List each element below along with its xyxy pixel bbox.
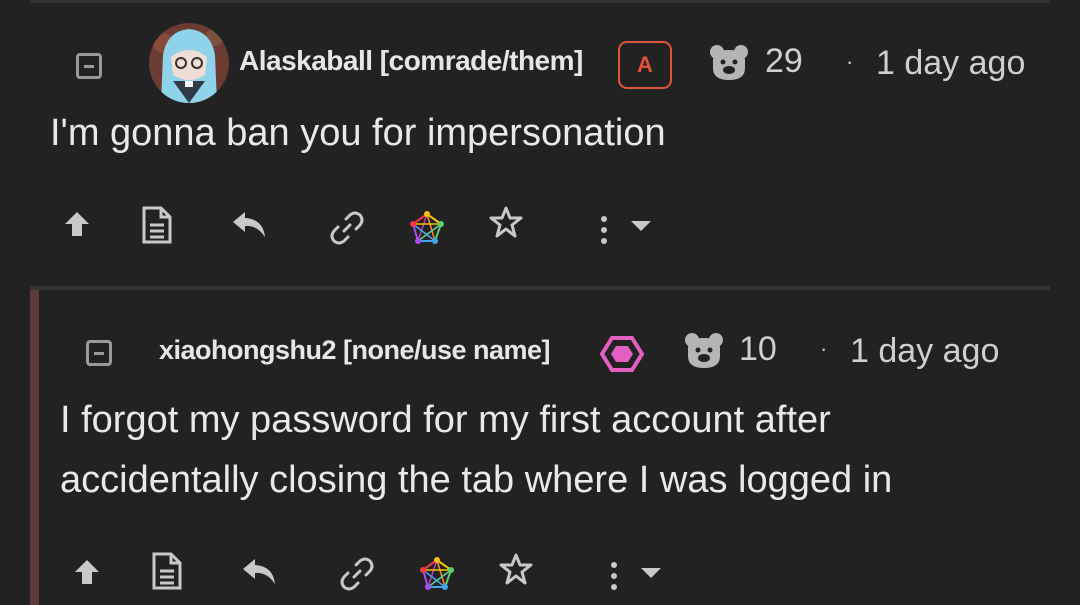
comment-body-line: I forgot my password for my first accoun… [60, 399, 831, 441]
username[interactable]: xiaohongshu2 [none/use name] [159, 335, 551, 366]
avatar[interactable] [149, 23, 229, 103]
star-icon[interactable] [498, 552, 534, 586]
timestamp: 1 day ago [876, 44, 1026, 82]
more-vertical-icon[interactable] [607, 560, 621, 592]
reply-icon[interactable] [241, 556, 277, 586]
reply-icon[interactable] [231, 209, 267, 239]
username[interactable]: Alaskaball [comrade/them] [239, 45, 583, 77]
comment-thread: Alaskaball [comrade/them] A 29 · 1 day a… [0, 0, 1080, 605]
document-icon[interactable] [150, 551, 184, 591]
fediverse-icon[interactable] [420, 557, 454, 591]
separator: · [820, 336, 828, 361]
hexagon-icon [600, 336, 644, 372]
arrow-up-icon[interactable] [62, 208, 92, 240]
admin-badge: A [618, 41, 672, 89]
separator: · [846, 49, 854, 74]
bear-icon [685, 333, 723, 368]
collapse-icon[interactable] [86, 340, 112, 366]
comment: Alaskaball [comrade/them] A 29 · 1 day a… [0, 0, 1080, 286]
score: 29 [765, 42, 803, 80]
comment-body: I'm gonna ban you for impersonation [50, 112, 666, 154]
collapse-icon[interactable] [76, 53, 102, 79]
bear-icon [710, 45, 748, 80]
timestamp: 1 day ago [850, 332, 1000, 370]
caret-down-icon[interactable] [629, 219, 653, 233]
caret-down-icon[interactable] [639, 566, 663, 580]
comment-reply: xiaohongshu2 [none/use name] 10 · 1 day … [0, 290, 1080, 605]
star-icon[interactable] [488, 205, 524, 239]
link-icon[interactable] [339, 556, 375, 592]
document-icon[interactable] [140, 205, 174, 245]
thread-line [30, 290, 39, 605]
fediverse-icon[interactable] [410, 211, 444, 245]
comment-body-line: accidentally closing the tab where I was… [60, 459, 893, 501]
link-icon[interactable] [329, 210, 365, 246]
more-vertical-icon[interactable] [597, 214, 611, 246]
score: 10 [739, 330, 777, 368]
arrow-up-icon[interactable] [72, 556, 102, 588]
